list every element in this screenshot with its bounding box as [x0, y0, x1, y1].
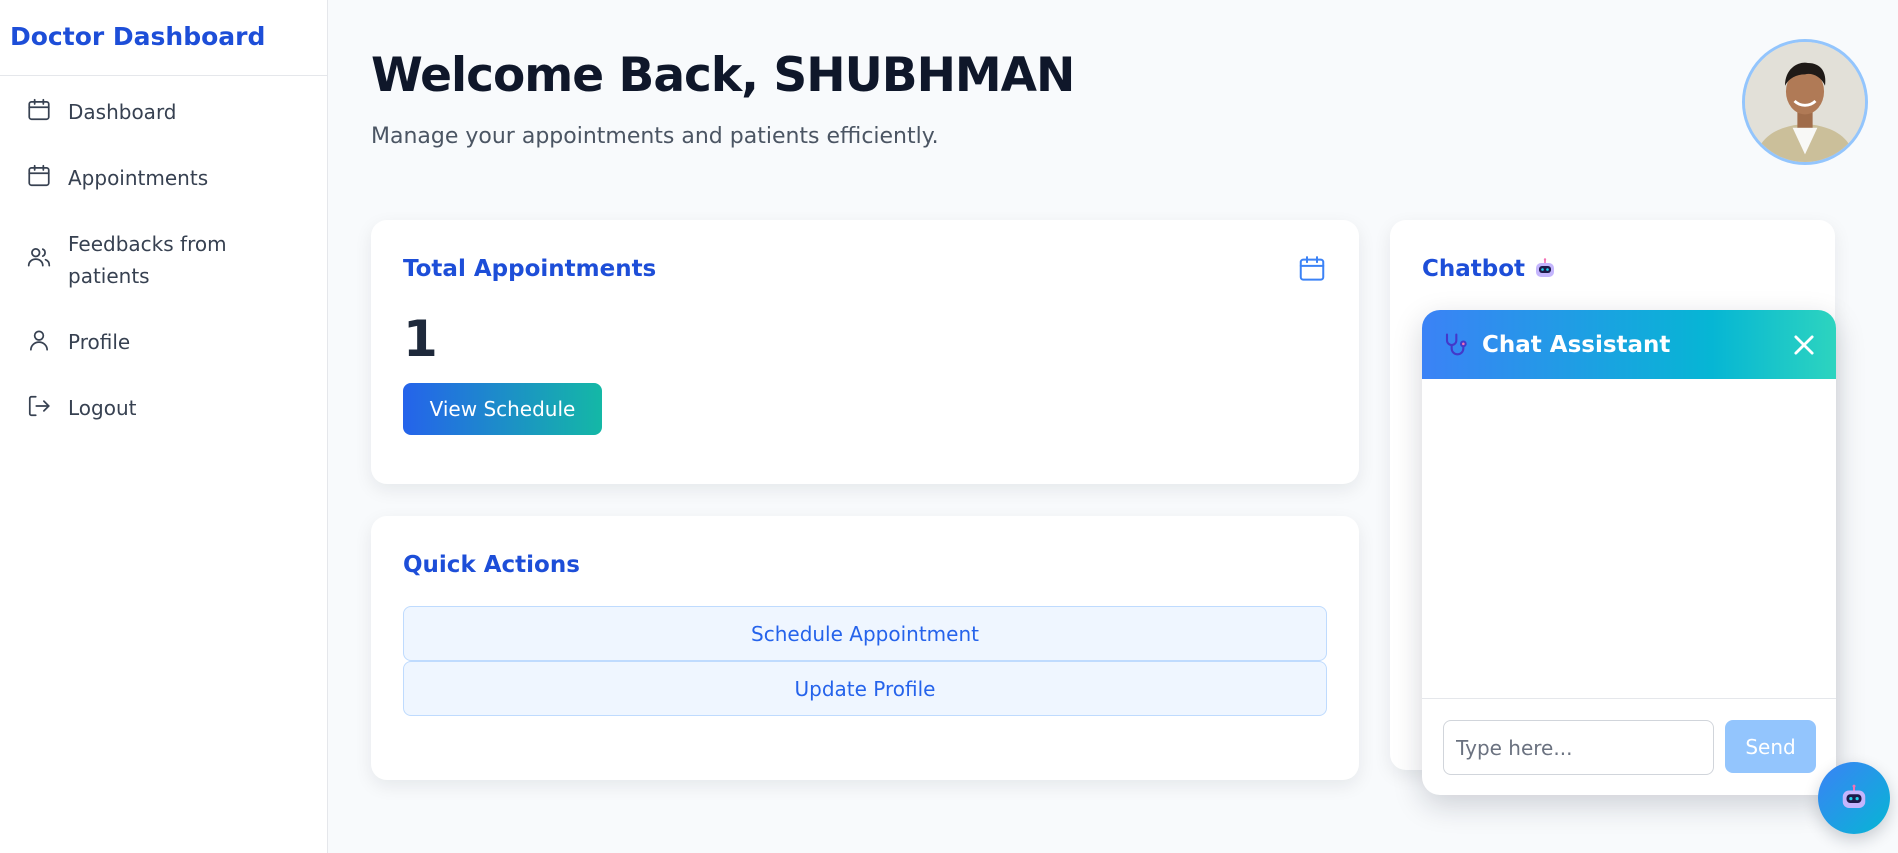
chat-input[interactable] [1443, 720, 1714, 775]
total-appointments-card: Total Appointments 1 View Schedule [371, 220, 1359, 484]
appointments-count: 1 [403, 310, 438, 368]
sidebar: Doctor Dashboard Dashboard Appointments … [0, 0, 328, 853]
sidebar-item-label: Feedbacks from patients [68, 232, 227, 288]
total-appointments-title: Total Appointments [403, 256, 657, 282]
chat-footer: Send [1422, 699, 1836, 795]
chatbot-toggle-button[interactable] [1818, 762, 1890, 834]
update-profile-button[interactable]: Update Profile [403, 661, 1327, 716]
sidebar-item-label: Appointments [68, 166, 209, 190]
app-root: Doctor Dashboard Dashboard Appointments … [0, 0, 1898, 853]
sidebar-item-dashboard[interactable]: Dashboard [0, 96, 327, 128]
stethoscope-icon [1440, 331, 1468, 359]
sidebar-item-label: Profile [68, 330, 131, 354]
users-icon [26, 244, 52, 270]
sidebar-item-label: Dashboard [68, 100, 177, 124]
page-title: Welcome Back, SHUBHMAN [371, 48, 1075, 103]
schedule-appointment-button[interactable]: Schedule Appointment [403, 606, 1327, 661]
robot-icon [1842, 784, 1866, 808]
logout-icon [26, 393, 52, 419]
sidebar-item-label: Logout [68, 396, 137, 420]
chat-header: Chat Assistant [1422, 310, 1836, 379]
chat-messages [1422, 379, 1836, 699]
calendar-icon [26, 97, 52, 123]
robot-icon [1533, 257, 1557, 281]
sidebar-brand: Doctor Dashboard [0, 0, 327, 76]
close-icon[interactable] [1790, 331, 1818, 359]
quick-actions-card: Quick Actions Schedule Appointment Updat… [371, 516, 1359, 780]
chatbot-title: Chatbot [1422, 256, 1557, 282]
chatbot-title-text: Chatbot [1422, 256, 1526, 282]
chat-widget: Chat Assistant Send [1422, 310, 1836, 795]
calendar-icon [26, 163, 52, 189]
avatar[interactable] [1742, 39, 1868, 165]
sidebar-item-profile[interactable]: Profile [0, 326, 327, 358]
view-schedule-button[interactable]: View Schedule [403, 383, 602, 435]
chat-title: Chat Assistant [1482, 331, 1671, 358]
sidebar-item-appointments[interactable]: Appointments [0, 162, 327, 194]
page-subtitle: Manage your appointments and patients ef… [371, 124, 939, 149]
user-icon [26, 327, 52, 353]
sidebar-item-logout[interactable]: Logout [0, 392, 327, 424]
send-button[interactable]: Send [1725, 720, 1816, 773]
sidebar-item-feedbacks[interactable]: Feedbacks from patients [0, 228, 327, 292]
quick-actions-title: Quick Actions [403, 552, 580, 578]
calendar-icon [1297, 254, 1327, 284]
sidebar-nav: Dashboard Appointments Feedbacks from pa… [0, 76, 327, 424]
